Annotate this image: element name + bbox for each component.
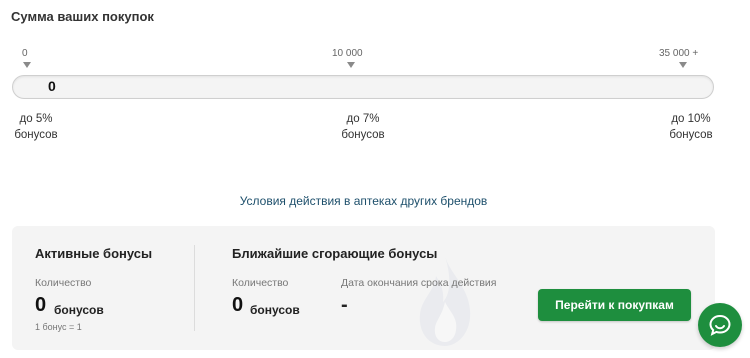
scale-mark-10000: 10 000 (332, 48, 363, 59)
expiry-date-value: - (341, 294, 348, 316)
expiring-bonus-unit: бонусов (250, 303, 300, 317)
chat-button[interactable] (698, 303, 742, 347)
flame-icon (419, 256, 471, 346)
scale-marker-icon (23, 62, 31, 68)
tier-unit: бонусов (669, 129, 713, 141)
tier-unit: бонусов (341, 129, 385, 141)
scale-marker-icon (347, 62, 355, 68)
go-to-shopping-button[interactable]: Перейти к покупкам (538, 289, 691, 321)
purchase-amount-value: 0 (48, 78, 56, 94)
active-bonuses-title: Активные бонусы (35, 246, 153, 261)
tier-5: до 5% бонусов (13, 111, 59, 143)
page-title: Сумма ваших покупок (11, 9, 154, 24)
tier-percent: до 7% (346, 113, 380, 125)
tier-10: до 10% бонусов (667, 111, 715, 143)
scale-marker-icon (679, 62, 687, 68)
tier-percent: до 5% (19, 113, 53, 125)
active-quantity-label: Количество (35, 277, 92, 289)
tier-unit: бонусов (14, 129, 58, 141)
panel-divider (194, 245, 195, 331)
purchase-progress-bar (12, 75, 714, 99)
expiring-quantity-label: Количество (232, 277, 289, 289)
scale-mark-35000: 35 000 + (659, 48, 699, 59)
active-bonus-unit: бонусов (54, 303, 104, 317)
expiring-bonuses-title: Ближайшие сгорающие бонусы (232, 246, 438, 261)
conditions-link[interactable]: Условия действия в аптеках других брендо… (0, 194, 727, 208)
scale-mark-0: 0 (22, 48, 28, 59)
active-bonus-count: 0 (35, 294, 47, 316)
tier-percent: до 10% (671, 113, 711, 125)
bonus-rate-note: 1 бонус = 1 (35, 322, 82, 332)
expiring-bonus-count: 0 (232, 294, 244, 316)
tier-7: до 7% бонусов (340, 111, 386, 143)
chat-bubble-icon (709, 314, 731, 336)
expiry-date-label: Дата окончания срока действия (341, 277, 497, 289)
